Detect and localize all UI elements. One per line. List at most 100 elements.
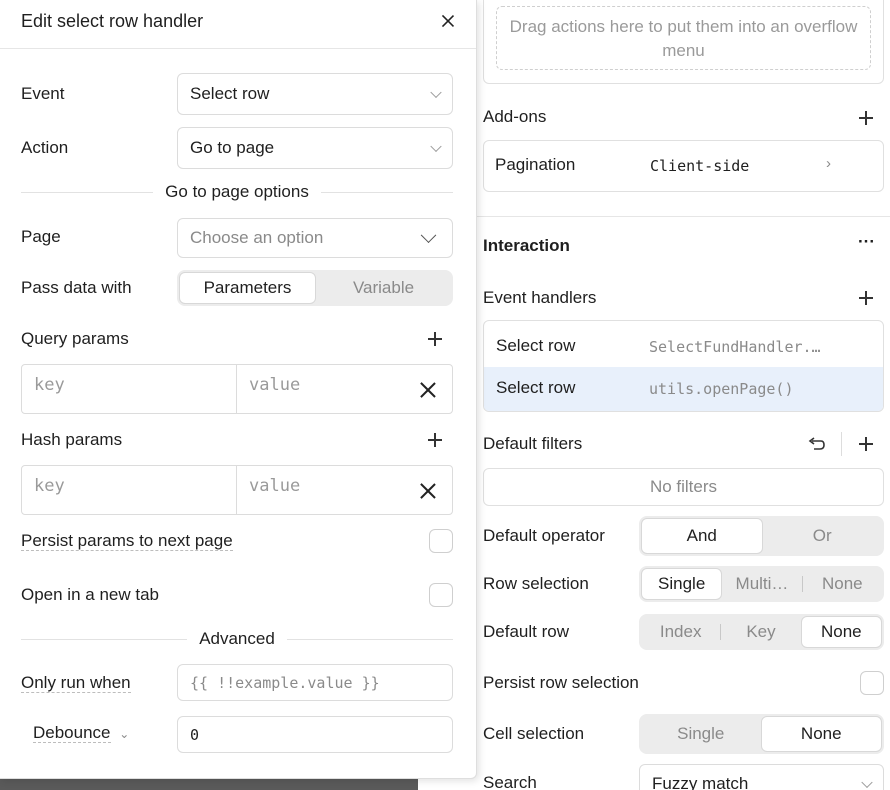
remove-query-param-icon[interactable]: [419, 381, 437, 399]
query-key-input[interactable]: key: [22, 365, 237, 413]
advanced-title: Advanced: [199, 629, 275, 648]
interaction-title: Interaction: [483, 236, 570, 255]
pass-data-label: Pass data with: [21, 278, 132, 297]
open-new-tab-checkbox[interactable]: [429, 583, 453, 607]
header-divider: [0, 48, 476, 49]
only-run-when-placeholder: {{ !!example.value }}: [190, 673, 380, 692]
pagination-value: Client-side: [650, 157, 750, 175]
persist-params-text: Persist params to next page: [21, 531, 233, 551]
add-hash-param-icon[interactable]: [427, 432, 443, 448]
remove-hash-param-icon[interactable]: [419, 482, 437, 500]
chevron-right-icon: ›: [826, 155, 831, 172]
addons-label: Add-ons: [483, 107, 547, 126]
add-addon-icon[interactable]: [858, 110, 874, 126]
event-handlers-list: Select row SelectFundHandler.… Select ro…: [483, 320, 884, 412]
open-new-tab-label: Open in a new tab: [21, 585, 159, 604]
default-row-index-option[interactable]: Index: [641, 616, 720, 648]
hash-params-label: Hash params: [21, 430, 123, 449]
search-mode-select[interactable]: Fuzzy match: [639, 764, 884, 790]
row-selection-multi-option[interactable]: Multi…: [722, 568, 801, 600]
event-label: Event: [21, 84, 65, 103]
cell-selection-none-option[interactable]: None: [760, 716, 882, 752]
add-filter-icon[interactable]: [858, 436, 874, 452]
no-filters-box: No filters: [483, 468, 884, 506]
default-filters-label: Default filters: [483, 434, 583, 453]
event-handlers-label: Event handlers: [483, 288, 597, 307]
cell-selection-single-option[interactable]: Single: [641, 716, 761, 752]
cell-selection-label: Cell selection: [483, 724, 585, 743]
chevron-down-icon: [420, 227, 437, 244]
debounce-input[interactable]: 0: [177, 716, 453, 753]
hash-param-row: key value: [21, 465, 453, 515]
row-selection-label: Row selection: [483, 574, 589, 593]
action-value: Go to page: [190, 138, 275, 157]
page-label: Page: [21, 227, 61, 246]
event-handler-row[interactable]: Select row SelectFundHandler.…: [484, 321, 883, 367]
handler-action: utils.openPage(): [649, 380, 794, 398]
query-value-input[interactable]: value: [237, 365, 452, 413]
default-row-key-option[interactable]: Key: [721, 616, 800, 648]
default-row-none-option[interactable]: None: [800, 616, 882, 648]
handler-event: Select row: [496, 336, 576, 355]
page-select[interactable]: Choose an option: [177, 218, 453, 258]
row-selection-single-option[interactable]: Single: [641, 568, 723, 600]
divider-line: [320, 191, 454, 193]
debounce-dropdown[interactable]: Debounce ⌄: [33, 723, 129, 743]
more-icon[interactable]: ···: [858, 232, 875, 252]
event-handler-row-selected[interactable]: Select row utils.openPage(): [484, 367, 883, 411]
row-selection-none-option[interactable]: None: [803, 568, 882, 600]
cell-selection-toggle: Single None: [639, 714, 884, 754]
go-to-page-options-divider: Go to page options: [21, 182, 454, 202]
pagination-row[interactable]: Pagination Client-side ›: [483, 140, 884, 192]
overflow-dropzone[interactable]: Drag actions here to put them into an ov…: [496, 6, 871, 70]
edit-handler-modal: Edit select row handler Event Select row…: [0, 0, 477, 779]
close-icon[interactable]: [441, 14, 455, 28]
only-run-when-label: Only run when: [21, 673, 131, 693]
inspector-panel: Drag actions here to put them into an ov…: [476, 0, 890, 790]
only-run-when-input[interactable]: {{ !!example.value }}: [177, 664, 453, 701]
pagination-label: Pagination: [495, 155, 576, 174]
backdrop: [0, 778, 418, 790]
operator-and-option[interactable]: And: [641, 518, 763, 554]
divider: [476, 216, 890, 217]
modal-title: Edit select row handler: [21, 11, 204, 31]
row-selection-toggle: Single Multi… None: [639, 566, 884, 602]
reset-icon[interactable]: [808, 436, 826, 452]
section-title: Go to page options: [165, 182, 309, 201]
debounce-label: Debounce: [33, 723, 111, 743]
search-mode-value: Fuzzy match: [652, 774, 749, 790]
handler-action: SelectFundHandler.…: [649, 338, 821, 356]
query-value-placeholder: value: [249, 375, 301, 395]
handler-event: Select row: [496, 378, 576, 397]
default-row-toggle: Index Key None: [639, 614, 884, 650]
default-operator-label: Default operator: [483, 526, 605, 545]
hash-key-input[interactable]: key: [22, 466, 237, 514]
hash-value-input[interactable]: value: [237, 466, 452, 514]
pass-data-toggle: Parameters Variable: [177, 270, 453, 306]
default-operator-toggle: And Or: [639, 516, 884, 556]
add-event-handler-icon[interactable]: [858, 290, 874, 306]
add-query-param-icon[interactable]: [427, 331, 443, 347]
query-params-label: Query params: [21, 329, 129, 348]
persist-params-checkbox[interactable]: [429, 529, 453, 553]
hash-value-placeholder: value: [249, 476, 301, 496]
chevron-down-icon: [861, 776, 873, 789]
search-label: Search: [483, 773, 537, 790]
divider: [841, 432, 842, 456]
advanced-divider: Advanced: [21, 629, 453, 649]
page-placeholder: Choose an option: [190, 228, 324, 247]
action-label: Action: [21, 138, 69, 157]
variable-option[interactable]: Variable: [316, 272, 451, 304]
event-select[interactable]: Select row: [177, 73, 453, 115]
persist-params-label: Persist params to next page: [21, 531, 233, 551]
chevron-down-icon: ⌄: [119, 727, 130, 741]
parameters-option[interactable]: Parameters: [179, 272, 316, 304]
action-select[interactable]: Go to page: [177, 127, 453, 169]
chevron-down-icon: [430, 140, 442, 153]
chevron-down-icon: [430, 86, 442, 99]
persist-row-selection-label: Persist row selection: [483, 673, 639, 692]
operator-or-option[interactable]: Or: [763, 518, 883, 554]
divider-line: [286, 638, 453, 640]
persist-row-selection-checkbox[interactable]: [860, 671, 884, 695]
only-run-when-text: Only run when: [21, 673, 131, 693]
